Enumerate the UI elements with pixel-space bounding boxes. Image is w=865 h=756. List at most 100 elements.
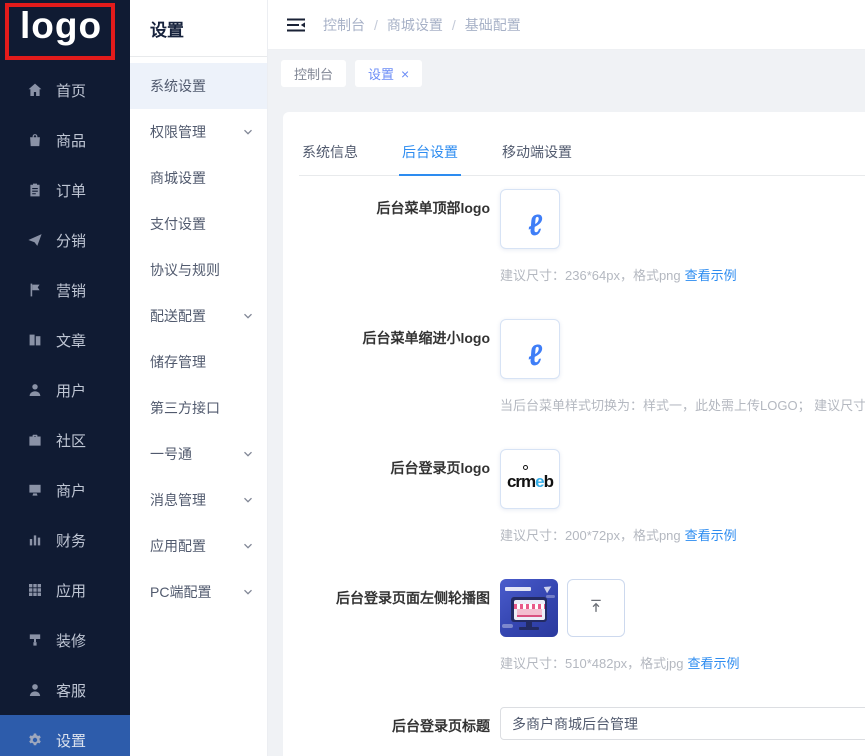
- field-label: 后台菜单缩进小logo: [299, 319, 490, 379]
- sidebar-item-label: 商户: [56, 480, 86, 501]
- logo-area[interactable]: logo: [0, 0, 130, 64]
- sidebar-item-distribution[interactable]: 分销: [0, 215, 130, 265]
- sidebar-item-label: 设置: [56, 730, 86, 751]
- sidebar-item-label: 首页: [56, 80, 86, 101]
- view-example-link[interactable]: 查看示例: [688, 656, 740, 671]
- chevron-down-icon: [242, 586, 254, 598]
- main-area: 控制台 / 商城设置 / 基础配置 控制台 设置× 系统信息 后台设置 移动端设…: [268, 0, 865, 756]
- field-hint: 建议尺寸：236*64px，格式png查看示例: [500, 265, 865, 283]
- carousel-image-thumbnail[interactable]: [500, 579, 558, 637]
- sidebar-item-decoration[interactable]: 装修: [0, 615, 130, 665]
- view-example-link[interactable]: 查看示例: [685, 528, 737, 543]
- app-logo: logo: [20, 5, 102, 47]
- field-hint: 当后台菜单样式切换为：样式一，此处需上传LOGO； 建议尺寸: [500, 395, 865, 413]
- view-example-link[interactable]: 查看示例: [685, 268, 737, 283]
- home-icon: [27, 82, 43, 98]
- submenu-item-payment-settings[interactable]: 支付设置: [130, 201, 267, 247]
- breadcrumb-item-console[interactable]: 控制台: [323, 15, 365, 35]
- tab-system-info[interactable]: 系统信息: [299, 134, 361, 175]
- thumbnail-caption-bar: [505, 587, 531, 591]
- breadcrumb-item-mall-settings[interactable]: 商城设置: [387, 15, 443, 35]
- monitor-illustration: [511, 597, 547, 622]
- sidebar-item-finance[interactable]: 财务: [0, 515, 130, 565]
- submenu-item-storage[interactable]: 储存管理: [130, 339, 267, 385]
- close-icon[interactable]: ×: [401, 67, 409, 81]
- tab-admin-settings[interactable]: 后台设置: [399, 134, 461, 176]
- submenu-item-message-management[interactable]: 消息管理: [130, 477, 267, 523]
- admin-settings-form: 后台菜单顶部logo ℓ 建议尺寸：236*64px，格式png查看示例 后台菜…: [299, 176, 865, 740]
- submenu-item-pc-config[interactable]: PC端配置: [130, 569, 267, 615]
- sidebar-item-orders[interactable]: 订单: [0, 165, 130, 215]
- paper-plane-icon: [27, 232, 43, 248]
- login-title-input[interactable]: [500, 707, 865, 740]
- flag-icon: [27, 282, 43, 298]
- sidebar-item-settings[interactable]: 设置: [0, 715, 130, 756]
- breadcrumb-item-basic-config[interactable]: 基础配置: [465, 15, 521, 35]
- menu-top-logo-upload[interactable]: ℓ: [500, 189, 560, 249]
- field-label: 后台登录页logo: [299, 449, 490, 509]
- tag-console[interactable]: 控制台: [281, 60, 346, 87]
- grid-icon: [27, 582, 43, 598]
- sidebar-item-label: 用户: [56, 380, 86, 401]
- field-label: 后台登录页面左侧轮播图: [299, 579, 490, 637]
- submenu-item-permissions[interactable]: 权限管理: [130, 109, 267, 155]
- opened-tags-bar: 控制台 设置×: [268, 50, 865, 87]
- settings-tabs: 系统信息 后台设置 移动端设置: [299, 134, 865, 176]
- app-window: logo 首页 商品 订单 分销 营销: [0, 0, 865, 756]
- submenu-item-system-settings[interactable]: 系统设置: [130, 63, 267, 109]
- submenu-item-delivery-config[interactable]: 配送配置: [130, 293, 267, 339]
- sidebar-item-label: 分销: [56, 230, 86, 251]
- sidebar-item-label: 文章: [56, 330, 86, 351]
- login-logo-upload[interactable]: crmeb: [500, 449, 560, 509]
- sidebar-item-label: 财务: [56, 530, 86, 551]
- field-menu-top-logo: 后台菜单顶部logo ℓ 建议尺寸：236*64px，格式png查看示例: [299, 189, 865, 283]
- chevron-down-icon: [242, 448, 254, 460]
- field-login-logo: 后台登录页logo crmeb 建议尺寸：200*72px，格式png查看示例: [299, 449, 865, 543]
- user-icon: [27, 382, 43, 398]
- field-label: 后台菜单顶部logo: [299, 189, 490, 249]
- submenu-item-agreements[interactable]: 协议与规则: [130, 247, 267, 293]
- settings-submenu: 设置 系统设置 权限管理 商城设置 支付设置 协议与规则 配送配置 储存管理 第…: [130, 0, 268, 756]
- paint-roller-icon: [27, 632, 43, 648]
- submenu-item-app-config[interactable]: 应用配置: [130, 523, 267, 569]
- briefcase-icon: [27, 432, 43, 448]
- sidebar-item-service[interactable]: 客服: [0, 665, 130, 715]
- sidebar-item-merchants[interactable]: 商户: [0, 465, 130, 515]
- submenu-item-mall-settings[interactable]: 商城设置: [130, 155, 267, 201]
- sidebar-item-users[interactable]: 用户: [0, 365, 130, 415]
- sidebar-item-label: 应用: [56, 580, 86, 601]
- upload-icon: [587, 597, 605, 620]
- chevron-down-icon: [242, 540, 254, 552]
- support-agent-icon: [27, 682, 43, 698]
- crmeb-logo-image: crmeb: [507, 472, 553, 492]
- gear-icon: [27, 732, 43, 748]
- menu-small-logo-upload[interactable]: ℓ: [500, 319, 560, 379]
- uploaded-logo-image: ℓ: [526, 339, 544, 373]
- submenu-item-third-party-api[interactable]: 第三方接口: [130, 385, 267, 431]
- sidebar-item-marketing[interactable]: 营销: [0, 265, 130, 315]
- breadcrumb: 控制台 / 商城设置 / 基础配置: [323, 15, 521, 35]
- field-hint: 建议尺寸：510*482px，格式jpg查看示例: [500, 653, 865, 671]
- crmeb-logo-head: [523, 465, 528, 470]
- field-label: 后台登录页标题: [299, 707, 490, 740]
- sidebar-item-label: 客服: [56, 680, 86, 701]
- settings-card: 系统信息 后台设置 移动端设置 后台菜单顶部logo ℓ 建议尺寸：: [283, 112, 865, 756]
- breadcrumb-separator: /: [374, 17, 378, 33]
- field-login-title: 后台登录页标题: [299, 707, 865, 740]
- menu-fold-icon[interactable]: [287, 17, 305, 33]
- sidebar-item-home[interactable]: 首页: [0, 65, 130, 115]
- sidebar-item-label: 社区: [56, 430, 86, 451]
- tag-settings[interactable]: 设置×: [355, 60, 422, 87]
- sidebar-item-community[interactable]: 社区: [0, 415, 130, 465]
- sidebar-item-apps[interactable]: 应用: [0, 565, 130, 615]
- field-login-carousel: 后台登录页面左侧轮播图: [299, 579, 865, 671]
- tab-mobile-settings[interactable]: 移动端设置: [499, 134, 575, 175]
- sidebar-item-articles[interactable]: 文章: [0, 315, 130, 365]
- breadcrumb-separator: /: [452, 17, 456, 33]
- carousel-upload-button[interactable]: [567, 579, 625, 637]
- sidebar-item-goods[interactable]: 商品: [0, 115, 130, 165]
- bar-chart-icon: [27, 532, 43, 548]
- sidebar-item-label: 营销: [56, 280, 86, 301]
- sidebar-item-label: 订单: [56, 180, 86, 201]
- submenu-item-yihaotong[interactable]: 一号通: [130, 431, 267, 477]
